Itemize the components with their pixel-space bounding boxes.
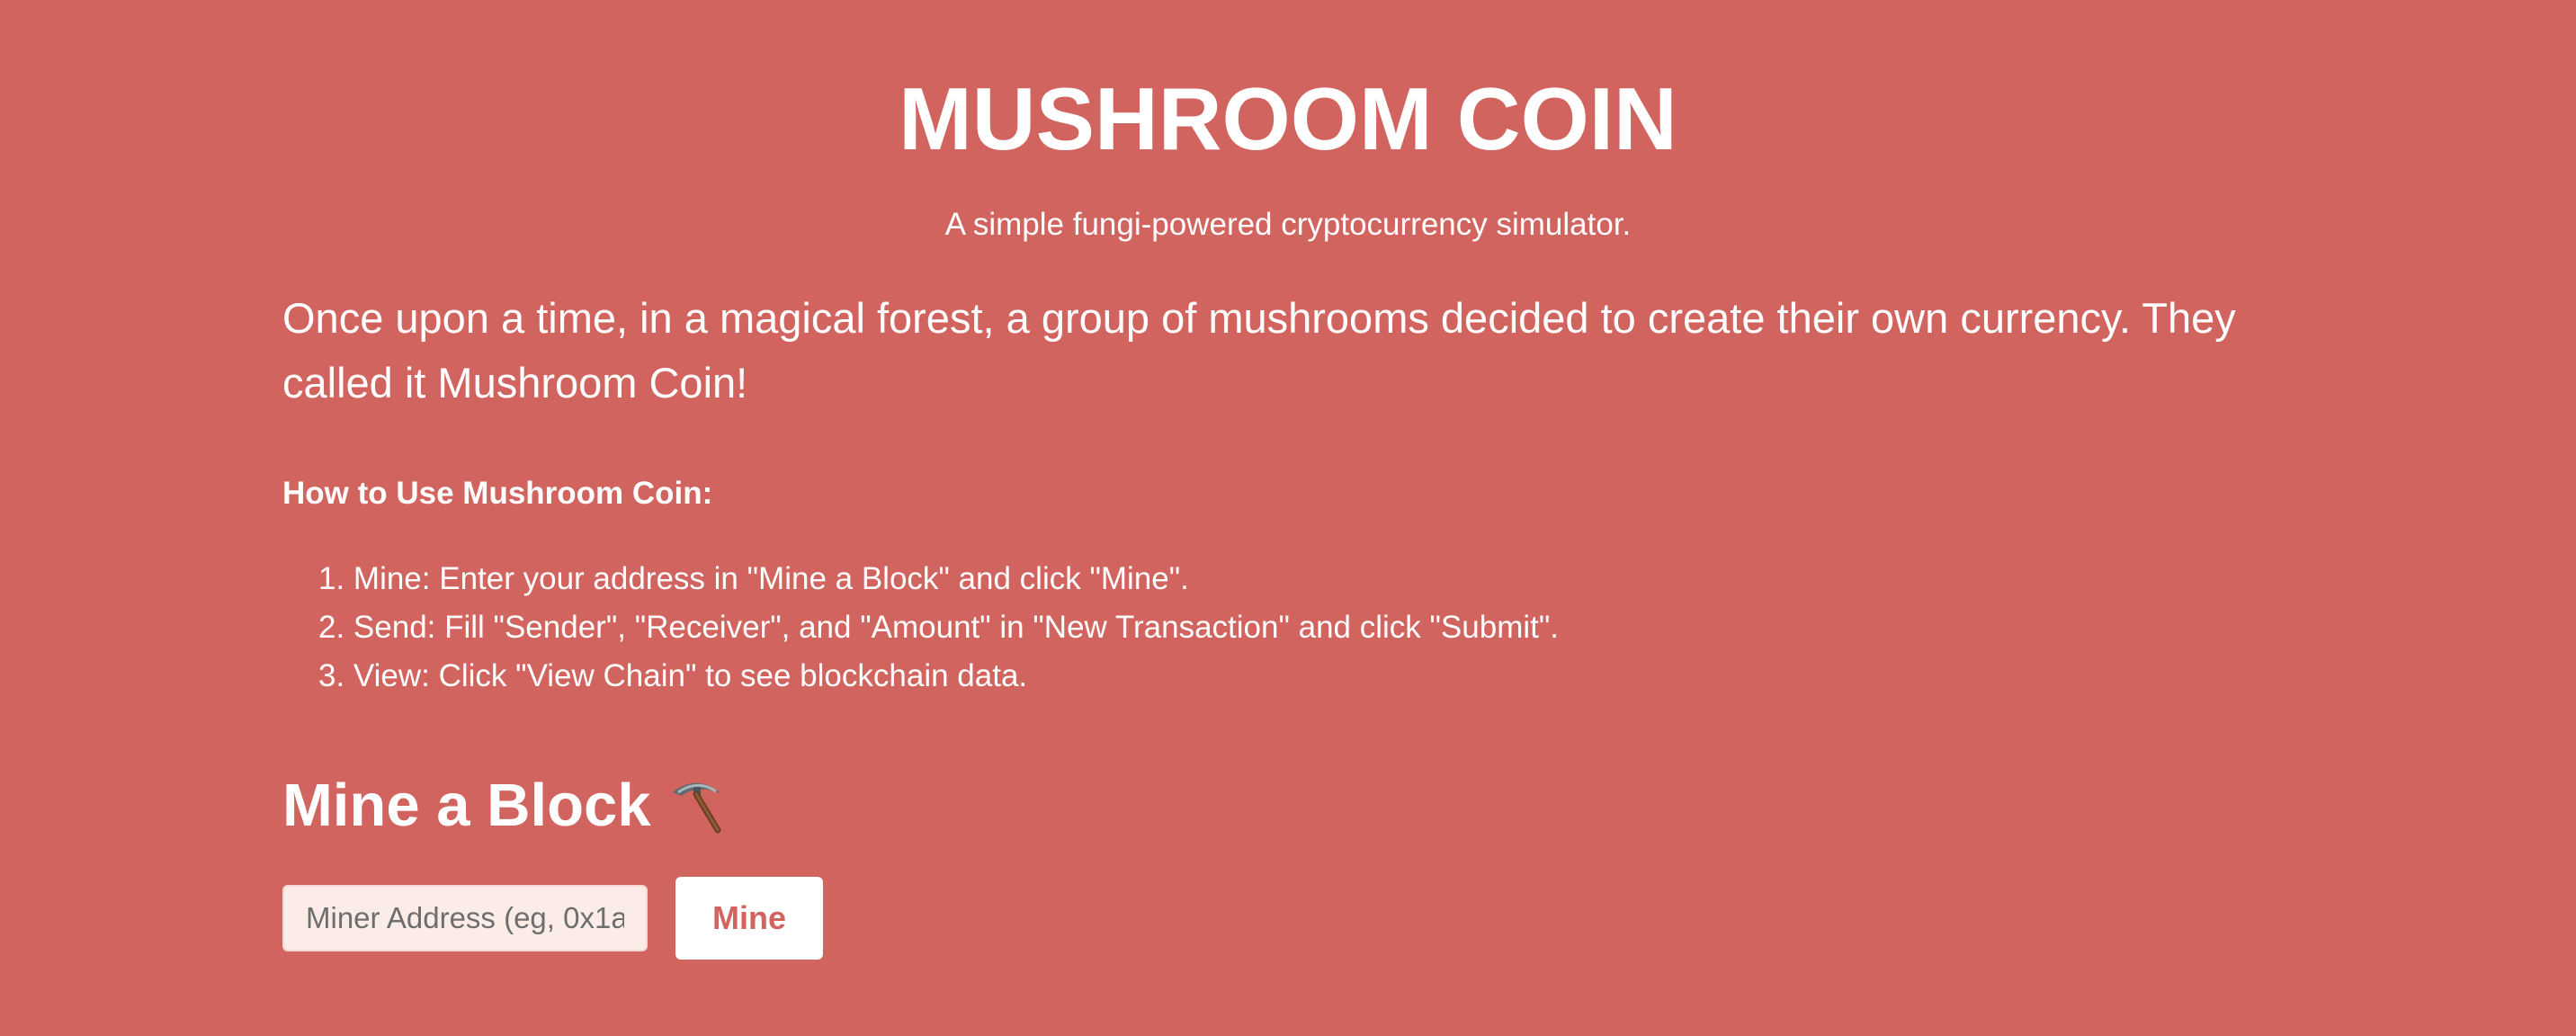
mine-block-heading-text: Mine a Block — [282, 772, 651, 839]
page-title: MUSHROOM COIN — [899, 69, 1677, 168]
pickaxe-icon — [672, 782, 721, 834]
page-subtitle: A simple fungi-powered cryptocurrency si… — [944, 207, 1632, 242]
howto-steps-list: 1. Mine: Enter your address in "Mine a B… — [318, 555, 1559, 701]
howto-title: How to Use Mushroom Coin: — [282, 476, 713, 511]
howto-step-send: 2. Send: Fill "Sender", "Receiver", and … — [318, 610, 1560, 645]
mine-button[interactable]: Mine — [675, 877, 823, 960]
intro-story: Once upon a time, in a magical forest, a… — [282, 294, 2236, 406]
howto-step-mine: 1. Mine: Enter your address in "Mine a B… — [318, 561, 1189, 596]
mine-block-heading: Mine a Block — [282, 766, 729, 845]
howto-step-view: 3. View: Click "View Chain" to see block… — [318, 658, 1028, 693]
miner-address-input[interactable] — [282, 885, 648, 951]
